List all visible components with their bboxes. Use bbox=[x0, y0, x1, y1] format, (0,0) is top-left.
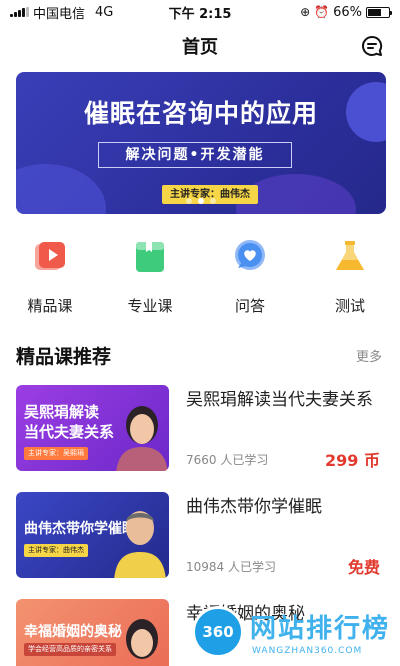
section-title: 精品课推荐 bbox=[16, 345, 112, 368]
category-item-test[interactable]: 测试 bbox=[300, 236, 400, 316]
thumbnail-tag: 主讲专家：吴熙琄 bbox=[24, 447, 88, 460]
flask-icon bbox=[330, 236, 370, 275]
course-title: 吴熙琄解读当代夫妻关系 bbox=[186, 390, 373, 410]
orientation-lock-icon: ⊕ bbox=[300, 5, 311, 19]
video-play-icon bbox=[30, 236, 70, 275]
thumbnail-title: 吴熙琄解读 bbox=[24, 403, 100, 421]
thumbnail-tag: 学会经营高品质的亲密关系 bbox=[24, 643, 116, 656]
watermark-subtext: WANGZHAN360.COM bbox=[252, 646, 363, 656]
category-item-qa[interactable]: 问答 bbox=[200, 236, 300, 316]
learner-count: 7660 人已学习 bbox=[186, 453, 269, 467]
speaker-photo bbox=[126, 619, 158, 659]
course-thumbnail: 幸福婚姻的奥秘 学会经营高品质的亲密关系 bbox=[16, 599, 169, 666]
signal-icon bbox=[10, 7, 29, 17]
book-icon bbox=[130, 236, 170, 275]
category-label: 专业课 bbox=[127, 297, 173, 315]
message-icon[interactable] bbox=[360, 34, 384, 58]
banner-title: 催眠在咨询中的应用 bbox=[83, 99, 318, 128]
clock: 下午 2:15 bbox=[168, 6, 232, 22]
alarm-icon: ⏰ bbox=[314, 5, 330, 19]
category-row: 精品课 专业课 问答 测试 bbox=[0, 236, 400, 316]
watermark-text: 网站排行榜 bbox=[250, 614, 391, 644]
decorative-blob bbox=[16, 164, 106, 214]
course-card[interactable]: 曲伟杰带你学催眠 主讲专家：曲伟杰 曲伟杰带你学催眠 10984 人已学习 免费 bbox=[16, 492, 386, 580]
battery-percent: 66% bbox=[333, 4, 362, 20]
category-item-professional[interactable]: 专业课 bbox=[100, 236, 200, 316]
thumbnail-title: 当代夫妻关系 bbox=[24, 423, 115, 441]
more-link[interactable]: 更多 bbox=[356, 346, 382, 365]
speaker-photo bbox=[114, 511, 166, 578]
thumbnail-tag: 主讲专家：曲伟杰 bbox=[24, 544, 88, 557]
status-bar: 中国电信 4G 下午 2:15 ⊕ ⏰ 66% bbox=[0, 0, 400, 24]
heart-chat-icon bbox=[230, 236, 270, 275]
watermark-badge: 360 bbox=[192, 606, 244, 658]
course-price: 免费 bbox=[347, 558, 380, 577]
speaker-photo bbox=[116, 406, 168, 471]
watermark: 360 网站排行榜 WANGZHAN360.COM bbox=[192, 604, 400, 666]
category-label: 测试 bbox=[334, 297, 365, 315]
banner-subtitle: 解决问题•开发潜能 bbox=[98, 142, 292, 168]
course-card[interactable]: 吴熙琄解读 当代夫妻关系 主讲专家：吴熙琄 吴熙琄解读当代夫妻关系 7660 人… bbox=[16, 385, 386, 473]
nav-bar: 首页 bbox=[0, 28, 400, 64]
thumbnail-title: 幸福婚姻的奥秘 bbox=[24, 624, 122, 640]
battery-icon bbox=[366, 6, 392, 18]
course-title: 曲伟杰带你学催眠 bbox=[186, 497, 322, 517]
learner-count: 10984 人已学习 bbox=[186, 560, 276, 574]
network-label: 4G bbox=[95, 4, 114, 20]
category-item-premium[interactable]: 精品课 bbox=[0, 236, 100, 316]
banner-carousel[interactable]: 催眠在咨询中的应用 解决问题•开发潜能 主讲专家：曲伟杰 bbox=[16, 72, 386, 214]
page-title: 首页 bbox=[182, 37, 218, 58]
carousel-indicator bbox=[16, 198, 386, 204]
course-price: 299 币 bbox=[325, 451, 380, 470]
section-header: 精品课推荐 更多 bbox=[16, 342, 382, 368]
category-label: 问答 bbox=[234, 297, 265, 315]
category-label: 精品课 bbox=[27, 297, 73, 315]
course-thumbnail: 吴熙琄解读 当代夫妻关系 主讲专家：吴熙琄 bbox=[16, 385, 169, 471]
carrier-label: 中国电信 bbox=[33, 6, 86, 22]
course-thumbnail: 曲伟杰带你学催眠 主讲专家：曲伟杰 bbox=[16, 492, 169, 578]
